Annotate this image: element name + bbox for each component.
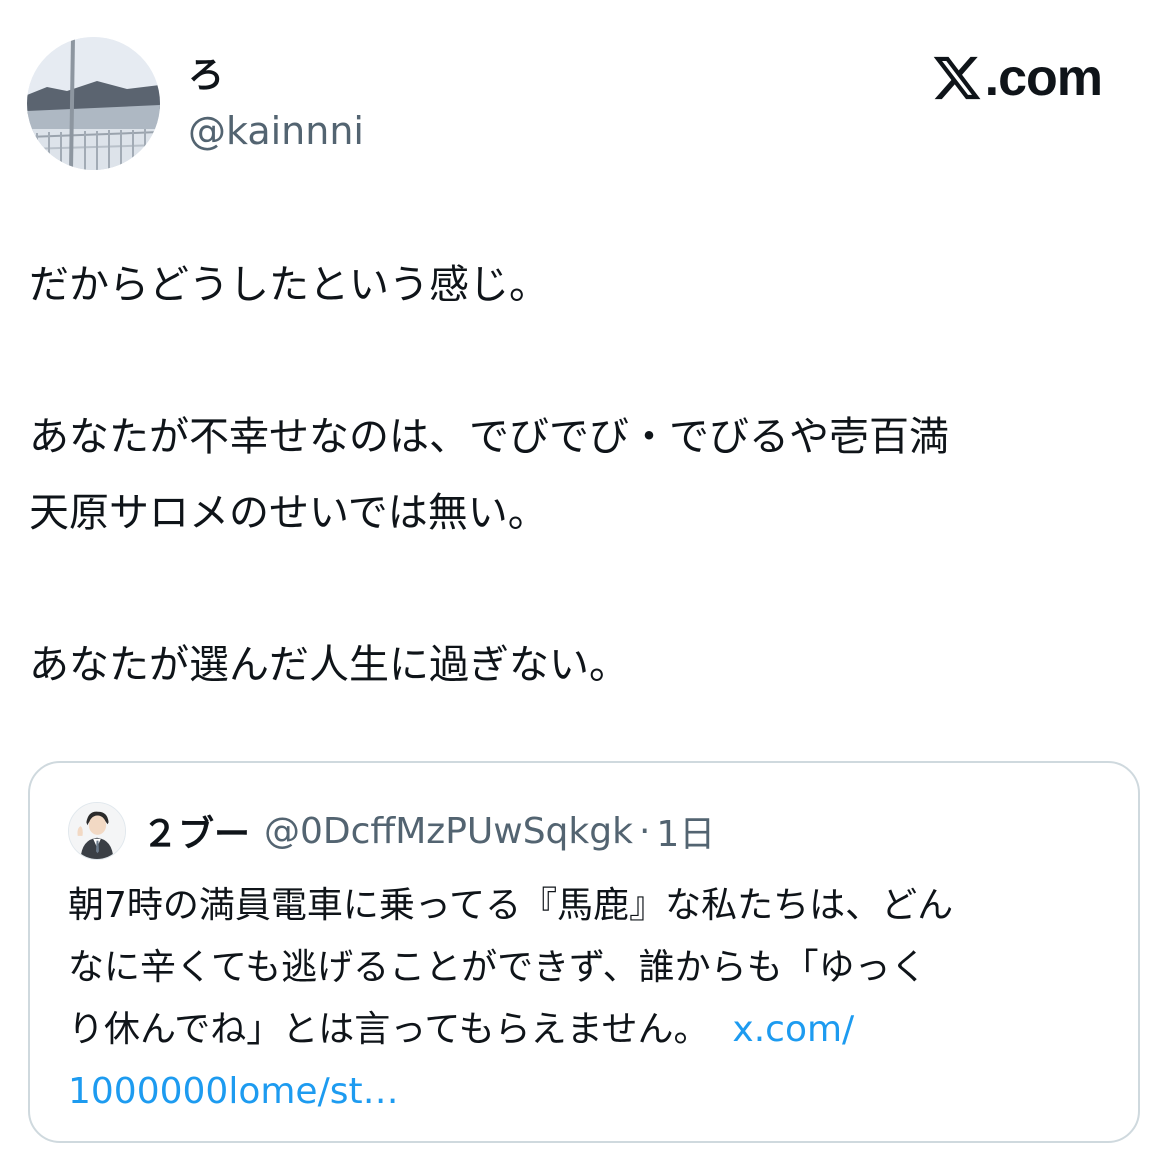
landscape-photo-avatar bbox=[27, 37, 160, 170]
quoted-author-name[interactable]: ２ブー bbox=[142, 805, 250, 857]
x-com-brand: .com bbox=[931, 48, 1103, 108]
quoted-tweet-timestamp[interactable]: 1日 bbox=[656, 805, 715, 857]
quoted-tweet-link[interactable]: x.com/ bbox=[732, 1009, 854, 1050]
quoted-tweet-card[interactable]: ２ブー @0DcffMzPUwSqkgk · 1日 朝7時の満員電車に乗ってる『… bbox=[28, 761, 1140, 1143]
quoted-tweet-header: ２ブー @0DcffMzPUwSqkgk · 1日 bbox=[68, 801, 715, 861]
brand-domain-text: .com bbox=[984, 49, 1103, 107]
illustrated-person-avatar bbox=[69, 803, 125, 859]
tweet-line: あなたが不幸せなのは、でびでび・でびるや壱百満 bbox=[29, 414, 949, 460]
quoted-author-avatar[interactable] bbox=[68, 802, 126, 860]
quoted-tweet-line-text: り休んでね」とは言ってもらえません。 bbox=[68, 1009, 710, 1050]
tweet-text: だからどうしたという感じ。 あなたが不幸せなのは、でびでび・でびるや壱百満 天原… bbox=[29, 247, 1139, 703]
quoted-tweet-link-continuation[interactable]: 1000000lome/st… bbox=[68, 1061, 1108, 1123]
tweet-line: 天原サロメのせいでは無い。 bbox=[29, 490, 548, 536]
quoted-tweet-line: 朝7時の満員電車に乗ってる『馬鹿』な私たちは、どん bbox=[68, 885, 954, 926]
tweet-line: だからどうしたという感じ。 bbox=[29, 262, 549, 308]
header-separator: · bbox=[638, 810, 651, 852]
quoted-tweet-line: り休んでね」とは言ってもらえません。 x.com/ bbox=[68, 999, 1108, 1061]
tweet-line: あなたが選んだ人生に過ぎない。 bbox=[29, 642, 629, 688]
quoted-tweet-text: 朝7時の満員電車に乗ってる『馬鹿』な私たちは、どん なに辛くても逃げることができ… bbox=[68, 875, 1108, 1123]
author-display-name[interactable]: ろ bbox=[188, 55, 224, 97]
author-handle[interactable]: @kainnni bbox=[188, 108, 364, 154]
x-logo-icon bbox=[933, 56, 981, 100]
quoted-author-handle[interactable]: @0DcffMzPUwSqkgk bbox=[264, 811, 633, 852]
author-avatar[interactable] bbox=[27, 37, 160, 170]
quoted-tweet-line: なに辛くても逃げることができず、誰からも「ゆっく bbox=[68, 947, 927, 988]
